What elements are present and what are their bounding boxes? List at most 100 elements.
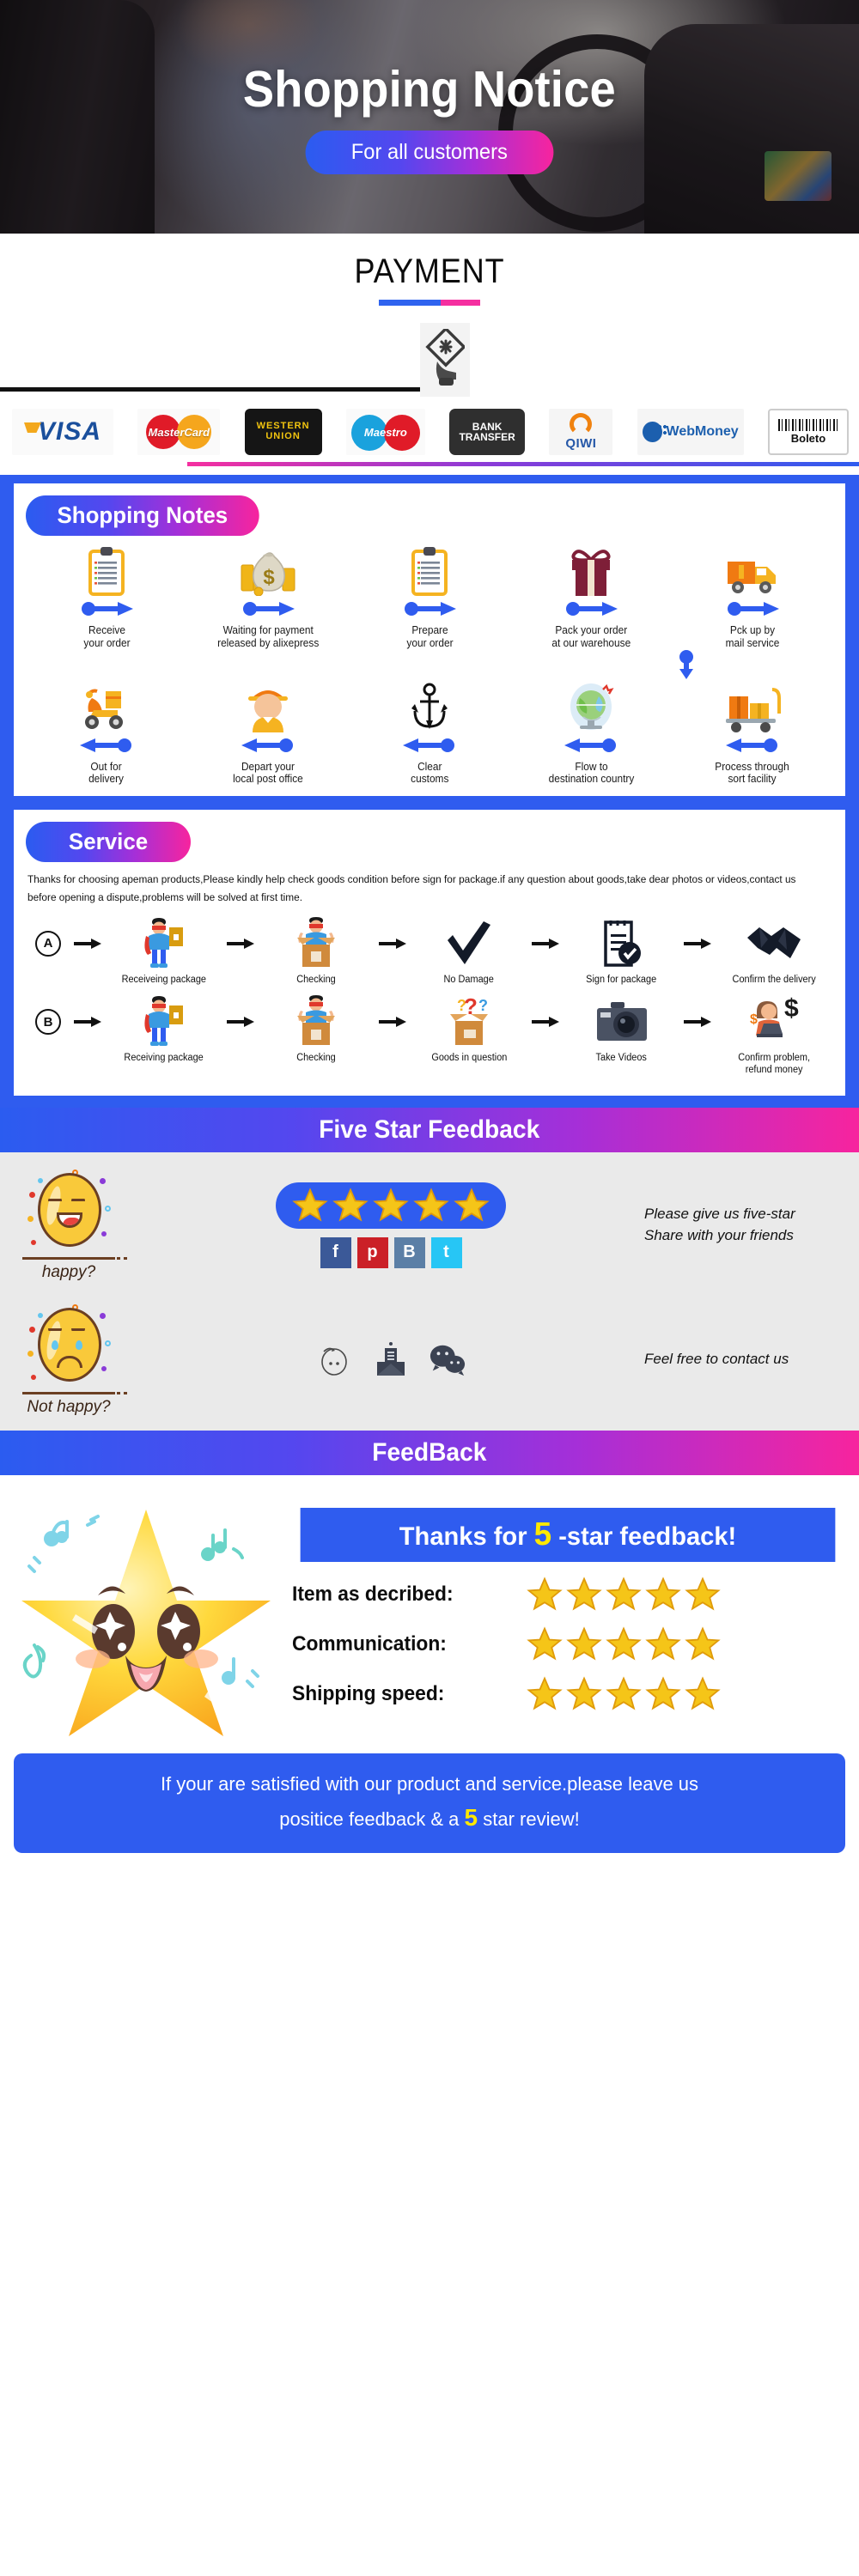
not-happy-row: Not happy? Feel free to contact us	[0, 1303, 859, 1417]
step-label: Checking	[296, 1053, 337, 1064]
qiwi-label: QIWI	[565, 436, 597, 451]
webmoney-icon: WebMoney	[637, 409, 744, 455]
contact-row[interactable]	[315, 1341, 466, 1379]
arrow-right-icon	[680, 916, 715, 971]
arrow-right-icon	[241, 602, 295, 620]
not-happy-face-block: Not happy?	[0, 1303, 137, 1417]
rating-stars	[526, 1625, 722, 1663]
note-step: Clear customs	[349, 679, 510, 787]
skype-icon[interactable]	[315, 1341, 353, 1379]
hero-package-icon	[140, 994, 188, 1049]
star-icon	[527, 1576, 563, 1611]
note-label: Waiting for payment released by alixepres…	[216, 624, 320, 649]
star-icon	[566, 1675, 602, 1710]
note-step: Pck up by mail service	[672, 543, 833, 650]
payment-section: PAYMENT VISA MasterCard WESTERN UNION Ma…	[0, 234, 859, 475]
note-step: Receive your order	[26, 543, 187, 650]
twitter-icon[interactable]: t	[430, 1236, 462, 1268]
email-icon[interactable]	[372, 1341, 410, 1379]
not-happy-divider	[22, 1392, 127, 1395]
star-icon	[645, 1625, 681, 1661]
svg-text:$: $	[750, 1012, 758, 1027]
arrow-right-icon	[403, 602, 456, 620]
hero-banner: Shopping Notice For all customers	[0, 0, 859, 234]
step-label: Checking	[296, 974, 337, 985]
money-bag-icon: $	[238, 543, 298, 596]
note-label: Receive your order	[82, 624, 131, 649]
western-union-line1: WESTERN	[256, 421, 310, 432]
star-icon	[685, 1625, 721, 1661]
qiwi-icon: QIWI	[549, 409, 613, 455]
shopping-notes-badge: Shopping Notes	[26, 495, 259, 536]
star-icon	[685, 1675, 721, 1710]
sad-face-icon	[26, 1303, 112, 1388]
arrow-right-icon	[70, 916, 105, 971]
mastercard-icon: MasterCard	[137, 409, 221, 455]
feedback-band: FeedBack	[0, 1431, 859, 1476]
vertical-arrow-row	[26, 649, 833, 679]
service-step: Sign for package	[563, 916, 681, 987]
service-step: Receiving package	[105, 994, 223, 1065]
note-label: Pack your order at our warehouse	[551, 624, 631, 649]
handshake-icon	[746, 916, 802, 971]
arrow-left-icon	[241, 738, 295, 756]
arrow-left-icon	[726, 738, 779, 756]
arrow-right-icon	[528, 916, 563, 971]
star-icon	[332, 1187, 369, 1222]
payment-methods-row: VISA MasterCard WESTERN UNION Maestro BA…	[0, 407, 859, 455]
arrow-right-icon	[528, 994, 563, 1049]
rating-label: Communication:	[292, 1631, 447, 1656]
maestro-label: Maestro	[363, 425, 407, 439]
facebook-icon[interactable]: f	[320, 1236, 351, 1268]
cute-star-mascot-icon	[21, 1510, 271, 1737]
five-star-message-line2: Share with your friends	[644, 1226, 794, 1243]
note-step: Flow to destination country	[510, 679, 672, 787]
bank-transfer-line2: TRANSFER	[459, 431, 515, 443]
note-step: Process through sort facility	[672, 679, 833, 787]
star-icon	[373, 1187, 409, 1222]
arrow-right-icon	[375, 994, 410, 1049]
rating-row: Communication:	[292, 1625, 844, 1663]
star-icon	[527, 1625, 563, 1661]
pinterest-icon[interactable]: p	[356, 1236, 388, 1268]
rating-stars	[526, 1675, 722, 1713]
shopping-notes-row-2: Out fordelivery Depart yourlocal post	[26, 679, 833, 787]
mascot-star-block	[0, 1487, 292, 1745]
step-label: Take Videos	[595, 1053, 648, 1064]
clipboard-icon	[88, 543, 125, 596]
question-box-icon: ? ? ?	[443, 994, 495, 1049]
arrow-right-icon	[223, 994, 258, 1049]
vk-icon[interactable]: B	[393, 1236, 425, 1268]
sign-document-icon	[600, 916, 643, 971]
note-label: Pck up by mail service	[725, 624, 780, 649]
rating-stars	[526, 1576, 722, 1613]
gift-box-icon	[567, 543, 615, 596]
note-step: Prepare your order	[349, 543, 510, 650]
service-step: Take Videos	[563, 994, 681, 1065]
contact-icons-block	[137, 1341, 644, 1379]
thanks-number: 5	[533, 1516, 552, 1552]
flow-letter-a: A	[26, 916, 70, 971]
wechat-icon[interactable]	[429, 1341, 466, 1379]
shopping-notes-card: Shopping Notes Receive your order $ Wait…	[14, 483, 845, 796]
cart-boxes-icon	[724, 679, 781, 732]
webmoney-label: WebMoney	[666, 424, 739, 439]
note-label: Prepare your order	[405, 624, 454, 649]
note-label: Depart your local post office	[233, 760, 303, 786]
page-title: Shopping Notice	[243, 60, 616, 118]
thanks-suffix: -star feedback!	[551, 1522, 737, 1551]
star-icon	[606, 1625, 642, 1661]
arrow-right-icon	[70, 994, 105, 1049]
cta-mid: positice feedback & a	[279, 1808, 465, 1831]
checkmark-icon	[446, 916, 492, 971]
arrow-right-icon	[564, 602, 618, 620]
social-links-row[interactable]: f p B t	[320, 1236, 462, 1268]
service-description: Thanks for choosing apeman products,Plea…	[27, 873, 796, 904]
payment-bottom-rule	[187, 462, 859, 466]
star-icon	[566, 1576, 602, 1611]
payment-heading: PAYMENT	[354, 252, 505, 290]
service-step: Receiveing package	[105, 916, 223, 987]
refund-agent-icon: $ $	[745, 994, 803, 1049]
cta-end: star review!	[478, 1808, 580, 1831]
bottom-padding	[0, 1853, 859, 1871]
